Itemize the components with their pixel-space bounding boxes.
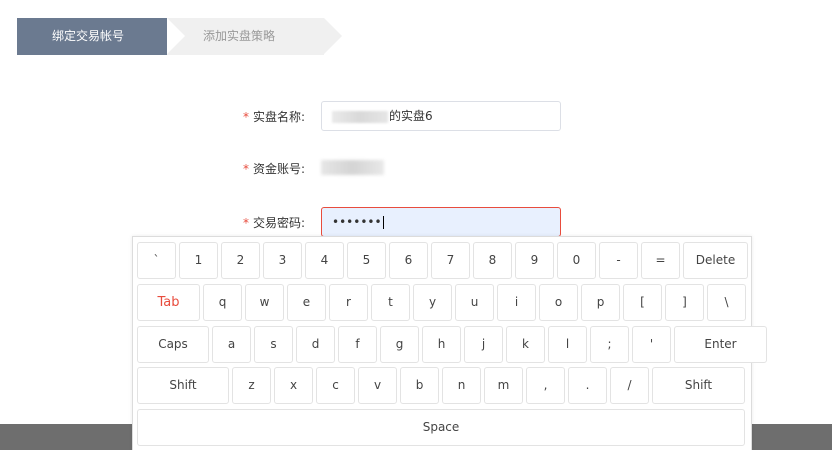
key-k[interactable]: k <box>506 326 545 363</box>
key-c47[interactable]: / <box>610 367 649 404</box>
key-space[interactable]: Space <box>137 409 745 446</box>
virtual-keyboard: ` 1 2 3 4 5 6 7 8 9 0- = Delete Tab q w e r t y u i o p[] \ Caps a… <box>132 236 767 450</box>
key-i[interactable]: i <box>497 284 536 321</box>
redacted-text <box>332 110 388 123</box>
key-c46[interactable]: . <box>568 367 607 404</box>
key-j[interactable]: j <box>464 326 503 363</box>
key-g[interactable]: g <box>380 326 419 363</box>
key-c93[interactable]: ] <box>665 284 704 321</box>
key-enter[interactable]: Enter <box>674 326 767 363</box>
key-l[interactable]: l <box>548 326 587 363</box>
key-shift[interactable]: Shift <box>137 367 229 404</box>
name-label: * 实盘名称: <box>242 110 305 124</box>
key-9[interactable]: 9 <box>515 242 554 279</box>
key-c92[interactable]: \ <box>707 284 746 321</box>
key-a[interactable]: a <box>212 326 251 363</box>
key-y[interactable]: y <box>413 284 452 321</box>
key-8[interactable]: 8 <box>473 242 512 279</box>
step-label: 添加实盘策略 <box>203 29 276 43</box>
key-c45[interactable]: - <box>599 242 638 279</box>
key-e[interactable]: e <box>287 284 326 321</box>
step-bind-account: 绑定交易帐号 <box>17 18 185 55</box>
key-1[interactable]: 1 <box>179 242 218 279</box>
key-n[interactable]: n <box>442 367 481 404</box>
key-0[interactable]: 0 <box>557 242 596 279</box>
key-c44[interactable]: , <box>526 367 565 404</box>
password-dots: ••••••• <box>332 215 382 229</box>
key-shift[interactable]: Shift <box>652 367 745 404</box>
step-add-strategy: 添加实盘策略 <box>167 18 342 55</box>
key-c59[interactable]: ; <box>590 326 629 363</box>
password-input[interactable]: ••••••• <box>321 207 561 237</box>
key-o[interactable]: o <box>539 284 578 321</box>
account-value-redacted <box>321 160 384 175</box>
form-row-account: * 资金账号: <box>0 153 832 185</box>
text-caret <box>382 216 384 229</box>
key-c96[interactable]: ` <box>137 242 176 279</box>
form-row-name: * 实盘名称: 的实盘6 <box>0 101 832 133</box>
page: 绑定交易帐号 添加实盘策略 * 实盘名称: 的实盘6 * 资金账号: * 交易密码: … <box>0 0 832 450</box>
key-7[interactable]: 7 <box>431 242 470 279</box>
key-t[interactable]: t <box>371 284 410 321</box>
key-3[interactable]: 3 <box>263 242 302 279</box>
key-d[interactable]: d <box>296 326 335 363</box>
key-b[interactable]: b <box>400 367 439 404</box>
key-5[interactable]: 5 <box>347 242 386 279</box>
key-w[interactable]: w <box>245 284 284 321</box>
password-label: * 交易密码: <box>242 216 305 230</box>
key-f[interactable]: f <box>338 326 377 363</box>
step-label: 绑定交易帐号 <box>52 29 125 43</box>
key-delete[interactable]: Delete <box>683 242 748 279</box>
key-u[interactable]: u <box>455 284 494 321</box>
key-caps[interactable]: Caps <box>137 326 209 363</box>
key-c91[interactable]: [ <box>623 284 662 321</box>
key-2[interactable]: 2 <box>221 242 260 279</box>
key-tab[interactable]: Tab <box>137 284 200 321</box>
key-4[interactable]: 4 <box>305 242 344 279</box>
required-mark: * <box>242 216 249 230</box>
name-input[interactable]: 的实盘6 <box>321 101 561 131</box>
key-m[interactable]: m <box>484 367 523 404</box>
key-v[interactable]: v <box>358 367 397 404</box>
key-s[interactable]: s <box>254 326 293 363</box>
key-p[interactable]: p <box>581 284 620 321</box>
account-label: * 资金账号: <box>242 162 305 176</box>
step-arrow <box>324 18 342 54</box>
form-row-password: * 交易密码: ••••••• <box>0 207 832 239</box>
key-x[interactable]: x <box>274 367 313 404</box>
key-6[interactable]: 6 <box>389 242 428 279</box>
key-q[interactable]: q <box>203 284 242 321</box>
key-c61[interactable]: = <box>641 242 680 279</box>
key-c39[interactable]: ' <box>632 326 671 363</box>
key-c[interactable]: c <box>316 367 355 404</box>
key-r[interactable]: r <box>329 284 368 321</box>
required-mark: * <box>242 162 249 176</box>
key-z[interactable]: z <box>232 367 271 404</box>
required-mark: * <box>242 110 249 124</box>
step-notch <box>167 18 185 54</box>
key-h[interactable]: h <box>422 326 461 363</box>
